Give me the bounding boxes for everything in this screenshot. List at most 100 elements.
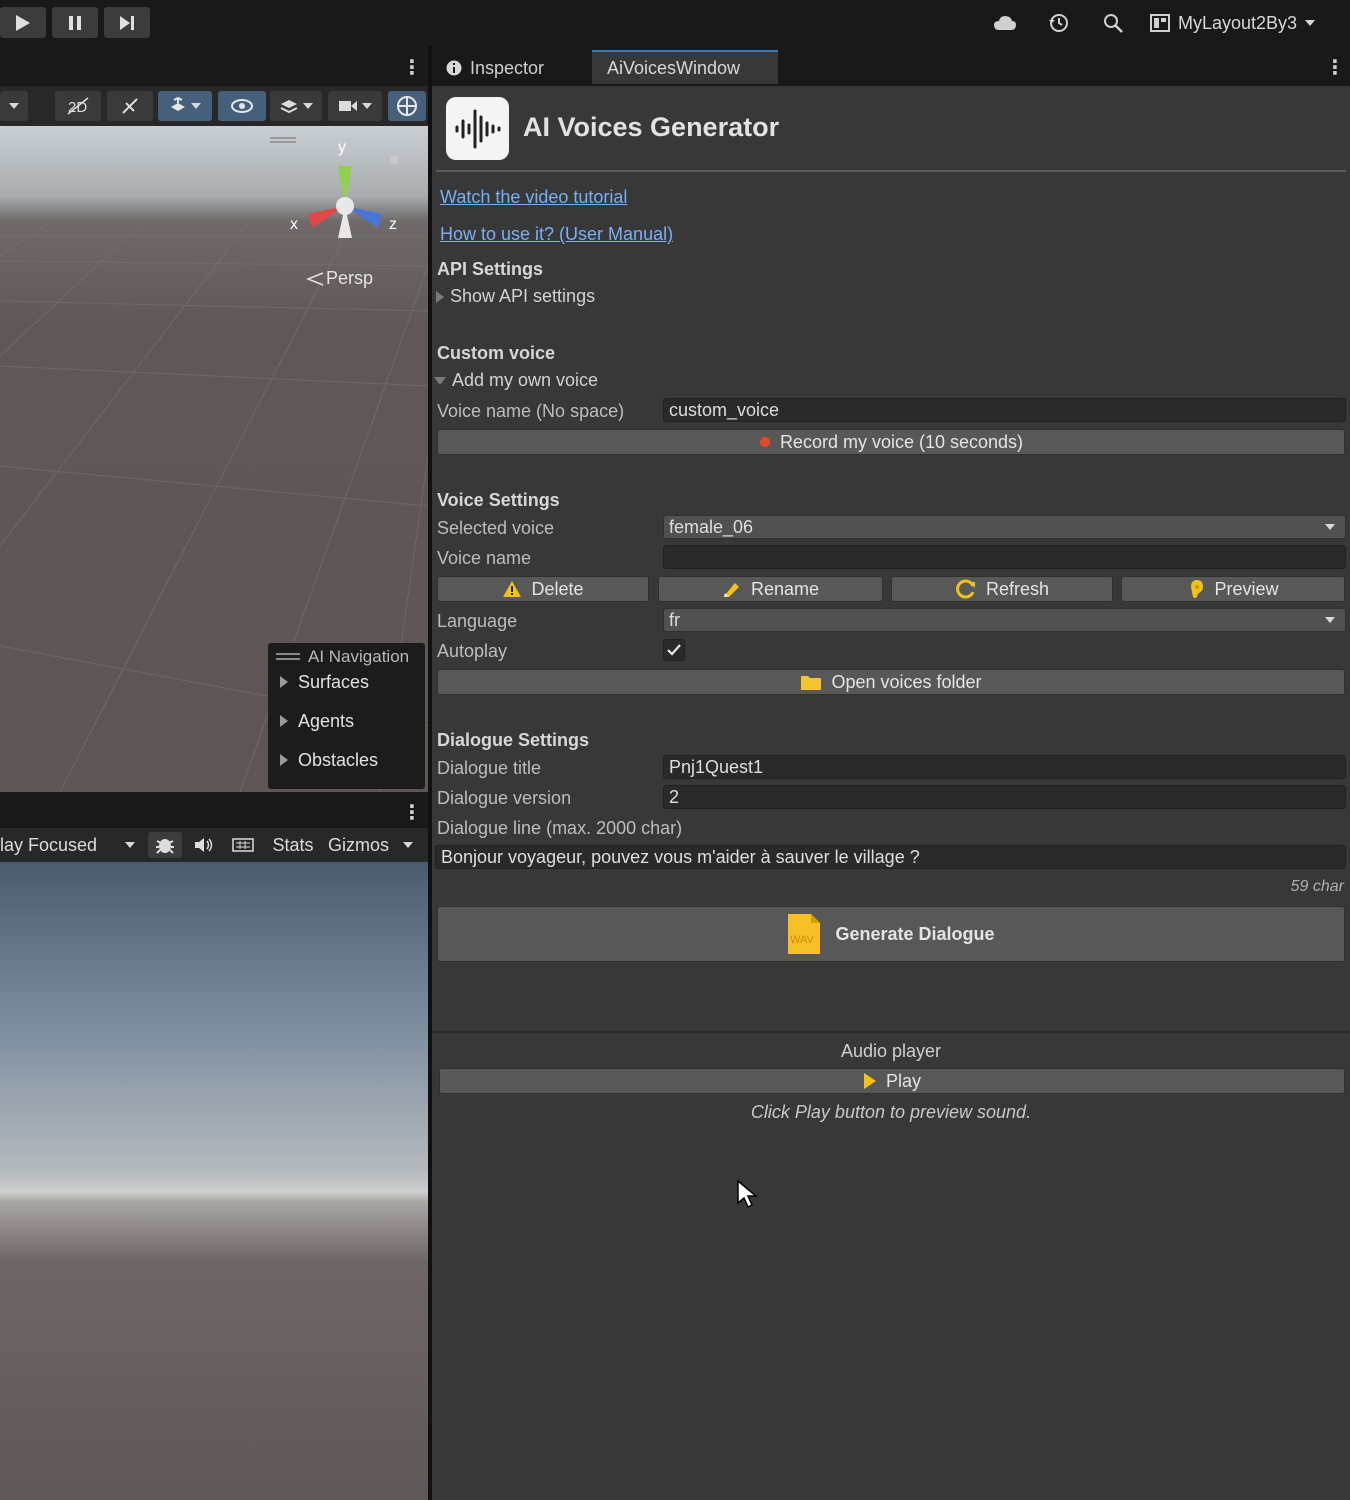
- layout-label: MyLayout2By3: [1178, 12, 1298, 33]
- ear-icon: [1191, 580, 1204, 598]
- keyboard-toggle[interactable]: [226, 832, 260, 858]
- game-panel-menu-icon[interactable]: ⋮: [402, 803, 422, 823]
- user-manual-link[interactable]: How to use it? (User Manual): [440, 224, 673, 245]
- field-value: custom_voice: [669, 399, 780, 420]
- persp-toggle[interactable]: Persp: [306, 268, 373, 289]
- globe-icon: [397, 96, 417, 116]
- delete-button[interactable]: Delete: [437, 576, 649, 602]
- camera-dropdown[interactable]: [328, 91, 382, 121]
- layers-icon: [280, 100, 298, 114]
- cloud-icon[interactable]: [990, 8, 1020, 38]
- step-icon: [120, 15, 134, 30]
- layers-effects-button[interactable]: [158, 91, 212, 121]
- scene-panel-menu-icon[interactable]: ⋮: [402, 58, 422, 78]
- wav-file-icon: WAV: [788, 914, 821, 954]
- button-label: Generate Dialogue: [835, 923, 995, 944]
- button-label: Open voices folder: [831, 671, 982, 692]
- refresh-button[interactable]: Refresh: [891, 576, 1113, 602]
- record-voice-button[interactable]: Record my voice (10 seconds): [437, 429, 1345, 455]
- preview-button[interactable]: Preview: [1121, 576, 1345, 602]
- layers-dropdown[interactable]: [270, 91, 322, 121]
- pencil-icon: [723, 583, 739, 597]
- inspector-menu-icon[interactable]: ⋮: [1325, 58, 1345, 78]
- chevron-down-icon: [1305, 20, 1316, 26]
- wav-badge: WAV: [790, 934, 814, 946]
- gizmos-dropdown[interactable]: Gizmos: [323, 832, 425, 858]
- keyboard-icon: [232, 838, 254, 852]
- 2d-icon: 2D: [67, 97, 89, 115]
- layout-icon: [1150, 14, 1170, 32]
- generate-dialogue-button[interactable]: WAV Generate Dialogue: [437, 906, 1345, 962]
- 2d-toggle-button[interactable]: 2D: [55, 91, 101, 121]
- checkmark-icon: [667, 644, 681, 656]
- history-icon[interactable]: [1044, 8, 1074, 38]
- tool-dropdown[interactable]: [0, 91, 28, 121]
- dialogue-line-field[interactable]: Bonjour voyageur, pouvez vous m'aider à …: [435, 845, 1346, 869]
- custom-voice-heading: Custom voice: [437, 343, 556, 363]
- button-label: Refresh: [985, 578, 1050, 599]
- autoplay-checkbox[interactable]: [663, 639, 685, 661]
- play-mode-button[interactable]: [0, 7, 46, 38]
- bug-toggle[interactable]: [148, 832, 182, 858]
- top-toolbar: [0, 0, 1350, 46]
- dialogue-version-field[interactable]: 2: [663, 785, 1346, 809]
- play-focus-dropdown[interactable]: lay Focused: [0, 828, 143, 862]
- scene-tab-bar: [0, 50, 428, 86]
- api-settings-foldout[interactable]: Show API settings: [436, 286, 595, 307]
- mute-toggle[interactable]: [188, 832, 220, 858]
- open-voices-folder-button[interactable]: Open voices folder: [437, 669, 1345, 695]
- game-tab-bar: [0, 792, 428, 828]
- dialogue-version-label: Dialogue version: [437, 788, 572, 808]
- record-icon: [759, 437, 770, 447]
- visibility-toggle-button[interactable]: [218, 91, 266, 121]
- voice-name-field[interactable]: [663, 545, 1346, 569]
- layout-dropdown[interactable]: MyLayout2By3: [1150, 8, 1316, 38]
- play-icon: [863, 1073, 876, 1089]
- foldout-arrow-icon: [436, 290, 444, 303]
- dropdown-value: fr: [669, 609, 680, 630]
- play-button[interactable]: Play: [439, 1068, 1345, 1094]
- pause-button[interactable]: [52, 7, 98, 38]
- search-icon[interactable]: [1098, 8, 1128, 38]
- custom-voice-name-label: Voice name (No space): [437, 401, 625, 421]
- refresh-icon: [956, 579, 975, 599]
- foldout-arrow-icon: [434, 376, 446, 385]
- chevron-down-icon: [303, 103, 313, 109]
- inspector-tab-bar: [432, 50, 1350, 86]
- overlay-header[interactable]: AI Navigation: [268, 645, 433, 669]
- overlay-item-label: Agents: [298, 710, 355, 731]
- video-tutorial-link[interactable]: Watch the video tutorial: [440, 187, 627, 208]
- button-label: Delete: [531, 578, 584, 599]
- api-settings-heading: API Settings: [437, 259, 544, 279]
- overlay-item-obstacles[interactable]: Obstacles: [280, 746, 378, 774]
- warning-icon: [503, 581, 522, 597]
- button-label: Rename: [750, 578, 820, 599]
- overlay-item-agents[interactable]: Agents: [280, 707, 354, 735]
- game-view[interactable]: [0, 862, 428, 1500]
- gizmo-toggle-button[interactable]: [388, 91, 426, 121]
- overlay-item-surfaces[interactable]: Surfaces: [280, 668, 369, 696]
- chevron-down-icon: [403, 842, 414, 848]
- dialogue-title-field[interactable]: Pnj1Quest1: [663, 755, 1346, 779]
- chevron-down-icon: [362, 103, 372, 109]
- selected-voice-dropdown[interactable]: female_06: [663, 515, 1346, 539]
- voice-name-label: Voice name: [437, 548, 532, 568]
- tab-aivoiceswindow[interactable]: AiVoicesWindow: [592, 50, 778, 84]
- rename-button[interactable]: Rename: [658, 576, 883, 602]
- stats-button[interactable]: Stats: [266, 832, 320, 858]
- lighting-toggle-button[interactable]: [107, 91, 153, 121]
- step-button[interactable]: [104, 7, 150, 38]
- header-separator: [436, 170, 1346, 172]
- language-dropdown[interactable]: fr: [663, 608, 1346, 632]
- effects-icon: [171, 97, 185, 111]
- tab-inspector[interactable]: Inspector: [446, 50, 544, 86]
- custom-voice-foldout[interactable]: Add my own voice: [434, 370, 598, 391]
- custom-voice-name-field[interactable]: custom_voice: [663, 398, 1346, 422]
- drag-handle-icon[interactable]: [276, 652, 300, 662]
- field-value: Pnj1Quest1: [669, 756, 764, 777]
- axis-x-label: x: [290, 216, 298, 233]
- expand-arrow-icon: [280, 676, 288, 688]
- axis-y-label: y: [338, 139, 346, 156]
- orientation-gizmo[interactable]: [290, 144, 400, 254]
- persp-label: Persp: [326, 268, 374, 288]
